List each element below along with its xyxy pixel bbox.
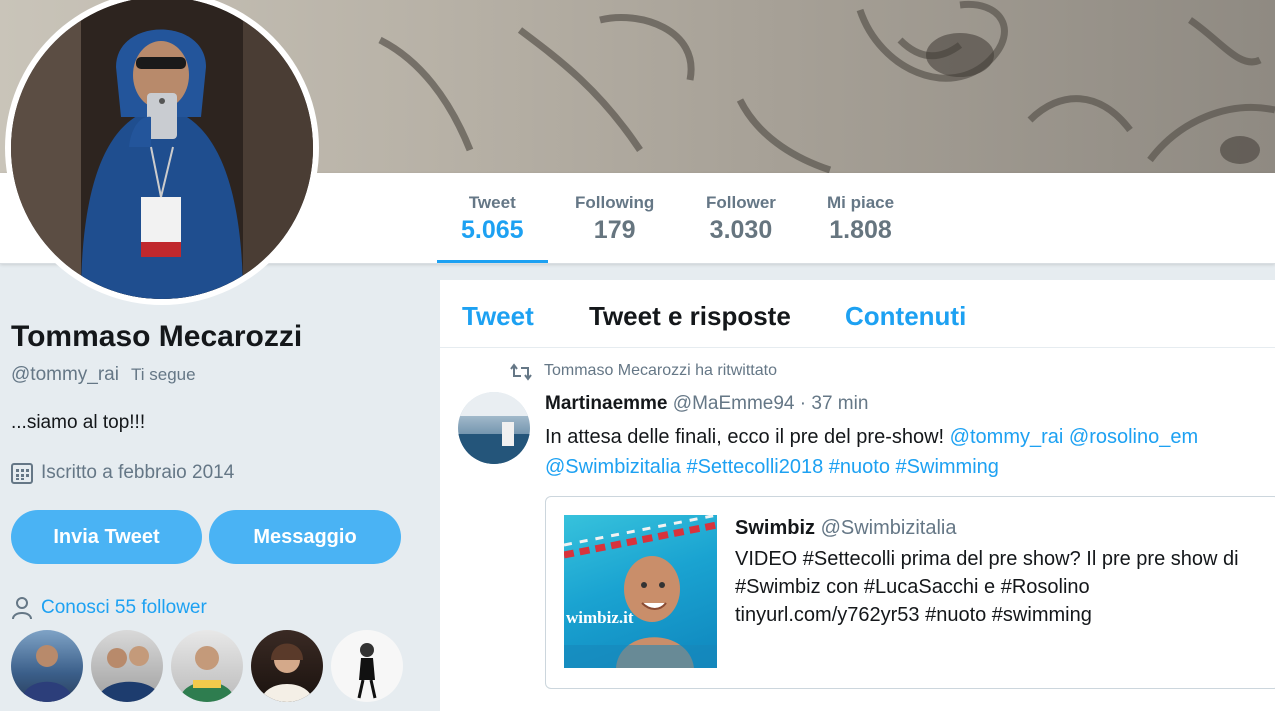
quoted-tweet[interactable]: wimbiz.it Swimbiz @Swimbizitalia VIDEO #… [545, 496, 1275, 689]
nav-stat-follower[interactable]: Follower 3.030 [706, 193, 776, 245]
quoted-tweet-text: VIDEO #Settecolli prima del pre show? Il… [735, 548, 1239, 626]
retweet-context[interactable]: Tommaso Mecarozzi ha ritwittato [544, 362, 777, 380]
quoted-author-name[interactable]: Swimbiz [735, 517, 815, 539]
profile-handle-row: @tommy_rai Ti segue [11, 364, 196, 386]
profile-join-date: Iscritto a febbraio 2014 [11, 462, 234, 484]
quoted-tweet-header: Swimbiz @Swimbizitalia [735, 517, 956, 540]
tweet-timestamp[interactable]: · 37 min [800, 393, 869, 414]
quoted-tweet-image[interactable]: wimbiz.it [564, 515, 717, 668]
follower-avatar[interactable] [331, 630, 403, 702]
retweet-icon [510, 363, 532, 381]
nav-stat-value: 3.030 [709, 216, 773, 244]
follower-avatar[interactable] [91, 630, 163, 702]
nav-stat-value: 5.065 [461, 216, 524, 244]
nav-stat-label: Follower [706, 193, 776, 212]
send-tweet-button[interactable]: Invia Tweet [11, 510, 202, 564]
nav-stat-tweet[interactable]: Tweet 5.065 [437, 193, 547, 263]
hashtag-link[interactable]: #Settecolli2018 [686, 456, 823, 478]
mention-link[interactable]: @tommy_rai [950, 426, 1064, 448]
tweet-text: In attesa delle finali, ecco il pre del … [545, 422, 1245, 482]
nav-stat-label: Mi piace [827, 193, 895, 212]
known-followers-link[interactable]: Conosci 55 follower [11, 596, 207, 620]
tweet-author-avatar[interactable] [458, 392, 530, 464]
calendar-icon [11, 463, 33, 484]
profile-card: Tommaso Mecarozzi @tommy_rai Ti segue ...… [0, 264, 440, 711]
follows-you-badge: Ti segue [130, 365, 196, 384]
tweet-header: Martinaemme @MaEmme94 · 37 min [545, 393, 868, 415]
tab-tweet[interactable]: Tweet [462, 301, 534, 332]
nav-stat-label: Following [575, 193, 655, 212]
nav-stat-label: Tweet [468, 193, 516, 212]
tweet-body: In attesa delle finali, ecco il pre del … [545, 426, 945, 448]
nav-stat-value: 179 [593, 216, 636, 244]
quoted-author-handle[interactable]: @Swimbizitalia [821, 517, 957, 539]
mention-link[interactable]: @rosolino_em [1069, 426, 1198, 448]
nav-stat-following[interactable]: Following 179 [575, 193, 654, 245]
timeline: Tweet Tweet e risposte Contenuti Tommaso… [440, 280, 1275, 711]
hashtag-link[interactable]: #nuoto [829, 456, 890, 478]
hashtag-link[interactable]: #Swimming [896, 456, 999, 478]
timeline-tabs: Tweet Tweet e risposte Contenuti [440, 280, 1275, 348]
mention-link[interactable]: @Swimbizitalia [545, 456, 681, 478]
profile-join-text: Iscritto a febbraio 2014 [41, 462, 235, 483]
tweet-author-handle[interactable]: @MaEmme94 [673, 393, 795, 414]
follower-avatar[interactable] [171, 630, 243, 702]
profile-avatar[interactable] [5, 0, 319, 305]
known-followers-avatars [11, 630, 403, 702]
nav-stat-likes[interactable]: Mi piace 1.808 [827, 193, 894, 245]
person-icon [12, 597, 32, 620]
profile-bio: ...siamo al top!!! [11, 412, 146, 433]
tweet-author-name[interactable]: Martinaemme [545, 393, 668, 414]
known-followers-text: Conosci 55 follower [41, 597, 207, 618]
profile-handle[interactable]: @tommy_rai [11, 364, 119, 385]
quoted-image-watermark: wimbiz.it [566, 608, 634, 627]
message-button[interactable]: Messaggio [209, 510, 401, 564]
follower-avatar[interactable] [11, 630, 83, 702]
follower-avatar[interactable] [251, 630, 323, 702]
profile-name: Tommaso Mecarozzi [11, 320, 303, 353]
tab-tweet-replies[interactable]: Tweet e risposte [589, 301, 791, 332]
nav-stat-value: 1.808 [829, 216, 892, 244]
tab-media[interactable]: Contenuti [845, 301, 966, 332]
